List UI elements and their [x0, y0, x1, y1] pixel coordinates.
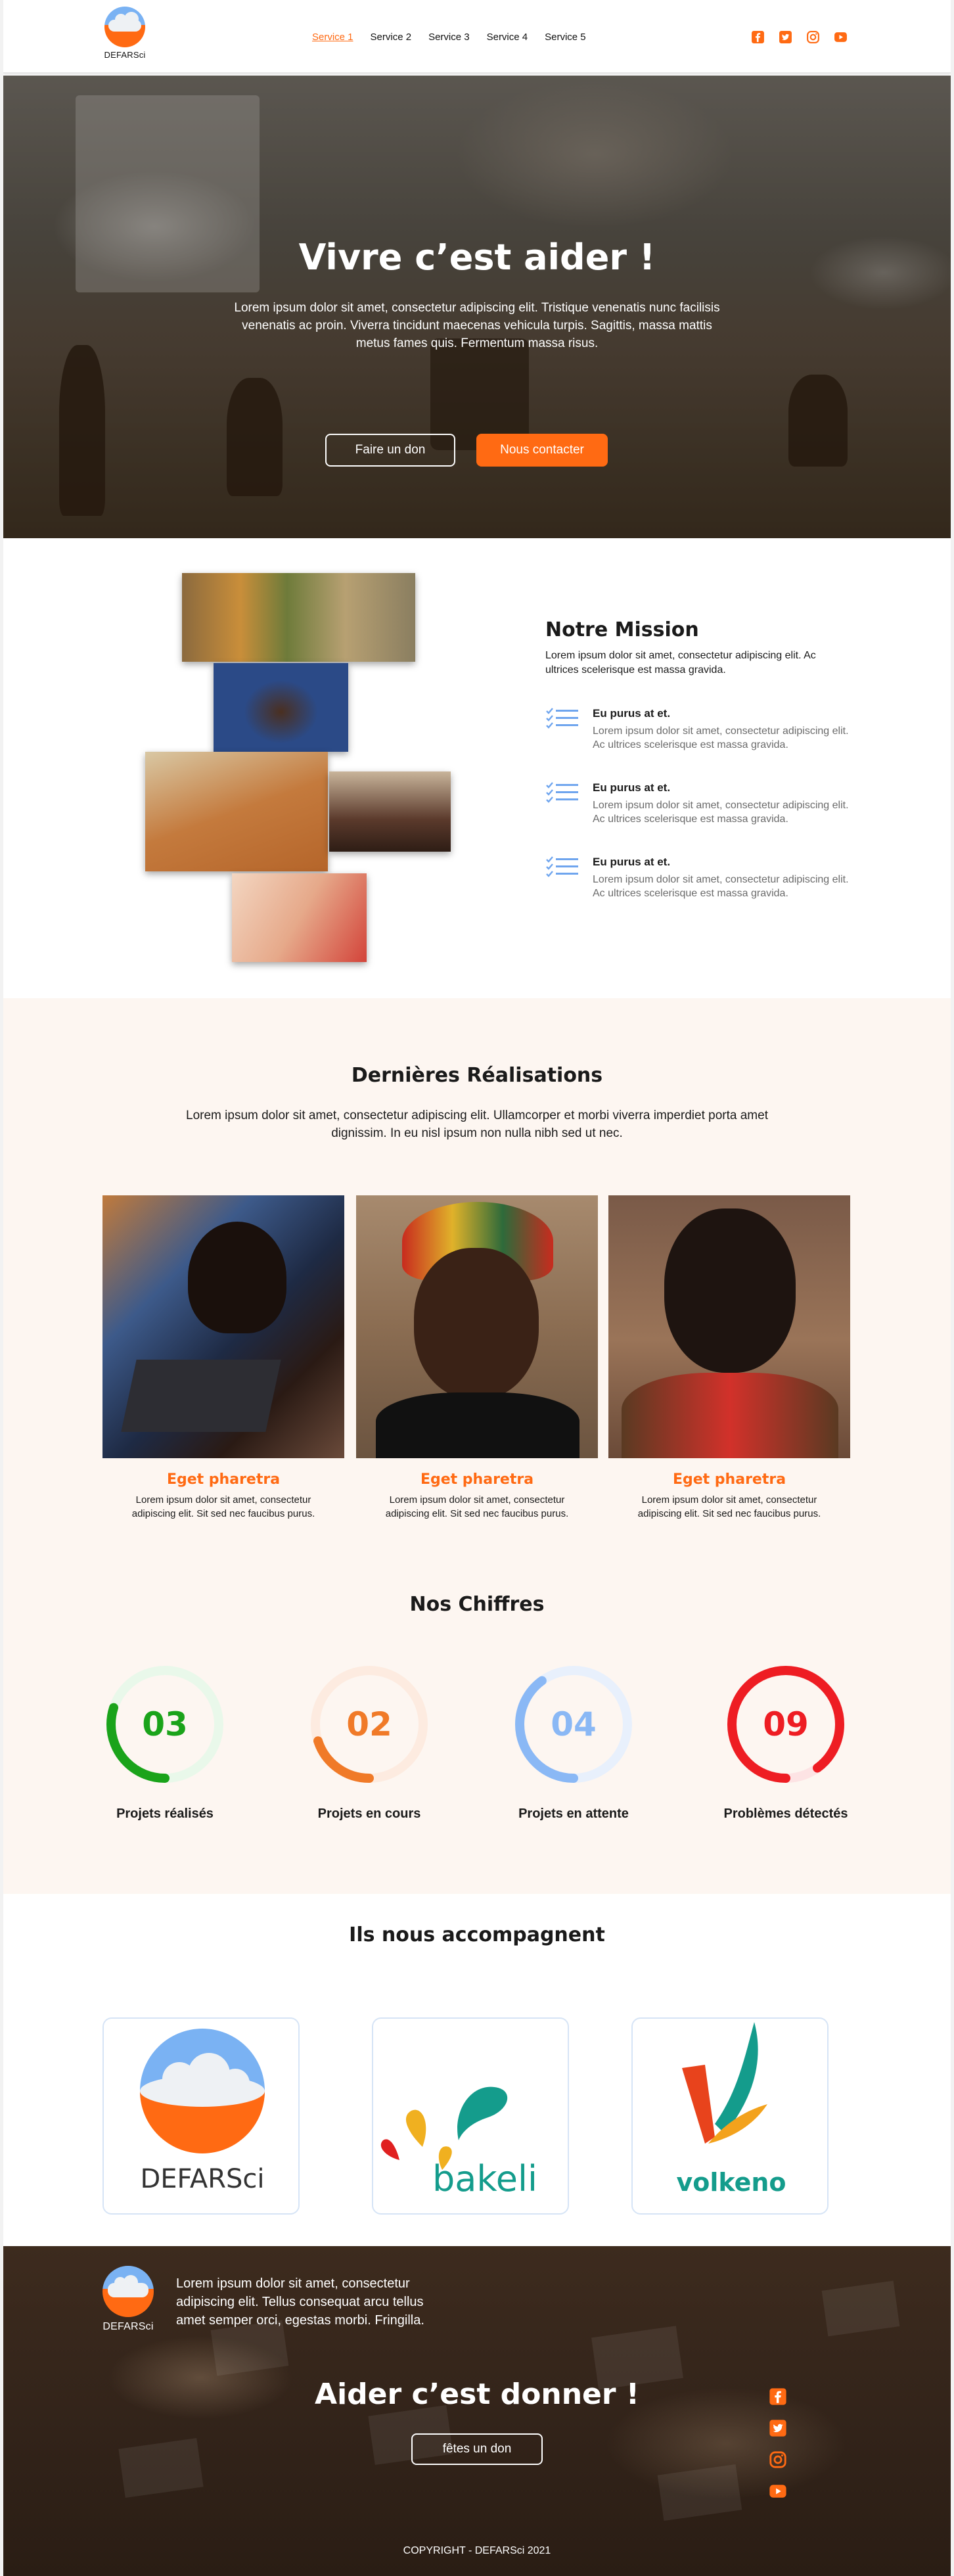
- stat-value: 04: [551, 1705, 597, 1743]
- defarsci-logo-icon: DEFARSci: [140, 2029, 265, 2194]
- stat-label: Projets en cours: [317, 1806, 421, 1821]
- defarsci-logo-icon: [104, 7, 145, 47]
- instagram-icon[interactable]: [769, 2450, 787, 2469]
- realisation-card-title: Eget pharetra: [420, 1471, 534, 1488]
- realisations-section: Dernières Réalisations Lorem ipsum dolor…: [3, 998, 951, 1894]
- stat-label: Problèmes détectés: [723, 1806, 848, 1821]
- mission-title: Notre Mission: [545, 618, 699, 641]
- checklist-icon: [546, 856, 578, 877]
- header-socials: [751, 30, 848, 44]
- realisation-card-text: Lorem ipsum dolor sit amet, consectetur …: [131, 1494, 315, 1519]
- logo-text: DEFARSci: [104, 50, 146, 60]
- hero-title: Vivre c’est aider !: [298, 237, 656, 278]
- mission-photo-child-portrait: [214, 663, 348, 752]
- realisation-card-text: Lorem ipsum dolor sit amet, consectetur …: [637, 1494, 821, 1519]
- realisation-card-title: Eget pharetra: [166, 1471, 281, 1488]
- instagram-icon[interactable]: [806, 30, 820, 44]
- hero-section: Vivre c’est aider ! Lorem ipsum dolor si…: [3, 76, 951, 538]
- stat-projets-realises: 03 Projets réalisés: [80, 1662, 250, 1822]
- contact-button[interactable]: Nous contacter: [476, 434, 608, 467]
- main-menu: Service 1 Service 2 Service 3 Service 4 …: [312, 32, 586, 43]
- mission-photo-volunteers: [145, 752, 328, 871]
- defarsci-logo-icon: [102, 2266, 154, 2317]
- realisation-card-title: Eget pharetra: [672, 1471, 786, 1488]
- page: DEFARSci Service 1 Service 2 Service 3 S…: [3, 0, 951, 2576]
- realisation-card[interactable]: Eget pharetra Lorem ipsum dolor sit amet…: [356, 1195, 598, 1521]
- footer-logo-text: DEFARSci: [102, 2321, 154, 2332]
- stat-value: 09: [763, 1705, 809, 1743]
- mission-photo-children-group: [182, 573, 415, 662]
- realisations-title: Dernières Réalisations: [351, 1064, 603, 1087]
- svg-text:DEFARSci: DEFARSci: [140, 2164, 264, 2194]
- stat-value: 02: [346, 1705, 392, 1743]
- progress-ring: 04: [515, 1666, 632, 1783]
- stat-label: Projets en attente: [518, 1806, 629, 1821]
- youtube-icon[interactable]: [834, 30, 848, 44]
- footer-logo[interactable]: DEFARSci: [102, 2266, 154, 2333]
- mission-feature-text: Lorem ipsum dolor sit amet, consectetur …: [593, 800, 849, 825]
- navbar: DEFARSci Service 1 Service 2 Service 3 S…: [3, 0, 951, 74]
- copyright-text: COPYRIGHT - DEFARSci 2021: [403, 2545, 551, 2556]
- partners-section: Ils nous accompagnent DEFARSci bakeli vo…: [3, 1894, 951, 2246]
- menu-item-service-2[interactable]: Service 2: [371, 32, 412, 43]
- chiffres-title: Nos Chiffres: [409, 1593, 545, 1616]
- stat-projets-en-attente: 04 Projets en attente: [488, 1662, 659, 1822]
- header-logo[interactable]: DEFARSci: [102, 7, 148, 60]
- stat-problemes-detectes: 09 Problèmes détectés: [700, 1662, 871, 1822]
- mission-feature-title: Eu purus at et.: [593, 856, 671, 868]
- mission-intro: Lorem ipsum dolor sit amet, consectetur …: [545, 650, 816, 676]
- mission-feature-title: Eu purus at et.: [593, 707, 671, 720]
- mission-photo-certificates: [232, 873, 367, 962]
- menu-item-service-4[interactable]: Service 4: [487, 32, 528, 43]
- twitter-icon[interactable]: [779, 30, 792, 44]
- twitter-icon[interactable]: [769, 2419, 787, 2437]
- mission-feature-text: Lorem ipsum dolor sit amet, consectetur …: [593, 725, 849, 750]
- footer: DEFARSci Lorem ipsum dolor sit amet, con…: [3, 2246, 951, 2576]
- footer-donate-button[interactable]: fêtes un don: [411, 2433, 543, 2465]
- footer-texture-decor: [118, 2438, 204, 2498]
- realisation-image-girl-portrait: [608, 1195, 850, 1458]
- menu-item-service-3[interactable]: Service 3: [428, 32, 470, 43]
- partner-card-volkeno[interactable]: volkeno: [631, 2017, 829, 2215]
- progress-ring: 03: [106, 1666, 223, 1783]
- stat-label: Projets réalisés: [116, 1806, 214, 1821]
- hero-text: Lorem ipsum dolor sit amet, consectetur …: [234, 301, 720, 350]
- svg-text:volkeno: volkeno: [676, 2168, 786, 2197]
- realisation-card[interactable]: Eget pharetra Lorem ipsum dolor sit amet…: [608, 1195, 850, 1521]
- partner-card-bakeli[interactable]: bakeli: [372, 2017, 569, 2215]
- progress-ring: 02: [311, 1666, 428, 1783]
- footer-text: Lorem ipsum dolor sit amet, consectetur …: [176, 2276, 424, 2328]
- stat-projets-en-cours: 02 Projets en cours: [284, 1662, 455, 1822]
- footer-texture-decor: [821, 2280, 900, 2337]
- footer-texture-decor: [657, 2464, 742, 2521]
- facebook-icon[interactable]: [769, 2387, 787, 2406]
- volkeno-logo-icon: volkeno: [676, 2022, 786, 2197]
- partners-title: Ils nous accompagnent: [349, 1923, 605, 1946]
- stat-value: 03: [142, 1705, 188, 1743]
- menu-item-service-1[interactable]: Service 1: [312, 32, 353, 43]
- mission-section: Notre Mission Lorem ipsum dolor sit amet…: [3, 538, 951, 998]
- mission-photo-classroom: [329, 771, 451, 852]
- svg-text:bakeli: bakeli: [432, 2158, 537, 2199]
- mission-feature-text: Lorem ipsum dolor sit amet, consectetur …: [593, 874, 849, 899]
- progress-ring: 09: [727, 1666, 844, 1783]
- realisation-image-woman-portrait: [356, 1195, 598, 1458]
- donate-button[interactable]: Faire un don: [325, 434, 455, 467]
- realisation-card-text: Lorem ipsum dolor sit amet, consectetur …: [385, 1494, 569, 1519]
- realisation-image-laptop: [102, 1195, 344, 1458]
- partner-card-defarsci[interactable]: DEFARSci: [102, 2017, 300, 2215]
- footer-socials: [769, 2387, 791, 2514]
- realisation-card[interactable]: Eget pharetra Lorem ipsum dolor sit amet…: [102, 1195, 344, 1521]
- checklist-icon: [546, 708, 578, 729]
- mission-feature-title: Eu purus at et.: [593, 781, 671, 794]
- bakeli-logo-icon: bakeli: [380, 2086, 537, 2199]
- footer-slogan: Aider c’est donner !: [315, 2378, 639, 2411]
- youtube-icon[interactable]: [769, 2482, 787, 2500]
- menu-item-service-5[interactable]: Service 5: [545, 32, 586, 43]
- checklist-icon: [546, 782, 578, 803]
- facebook-icon[interactable]: [751, 30, 765, 44]
- realisations-text: Lorem ipsum dolor sit amet, consectetur …: [186, 1109, 768, 1140]
